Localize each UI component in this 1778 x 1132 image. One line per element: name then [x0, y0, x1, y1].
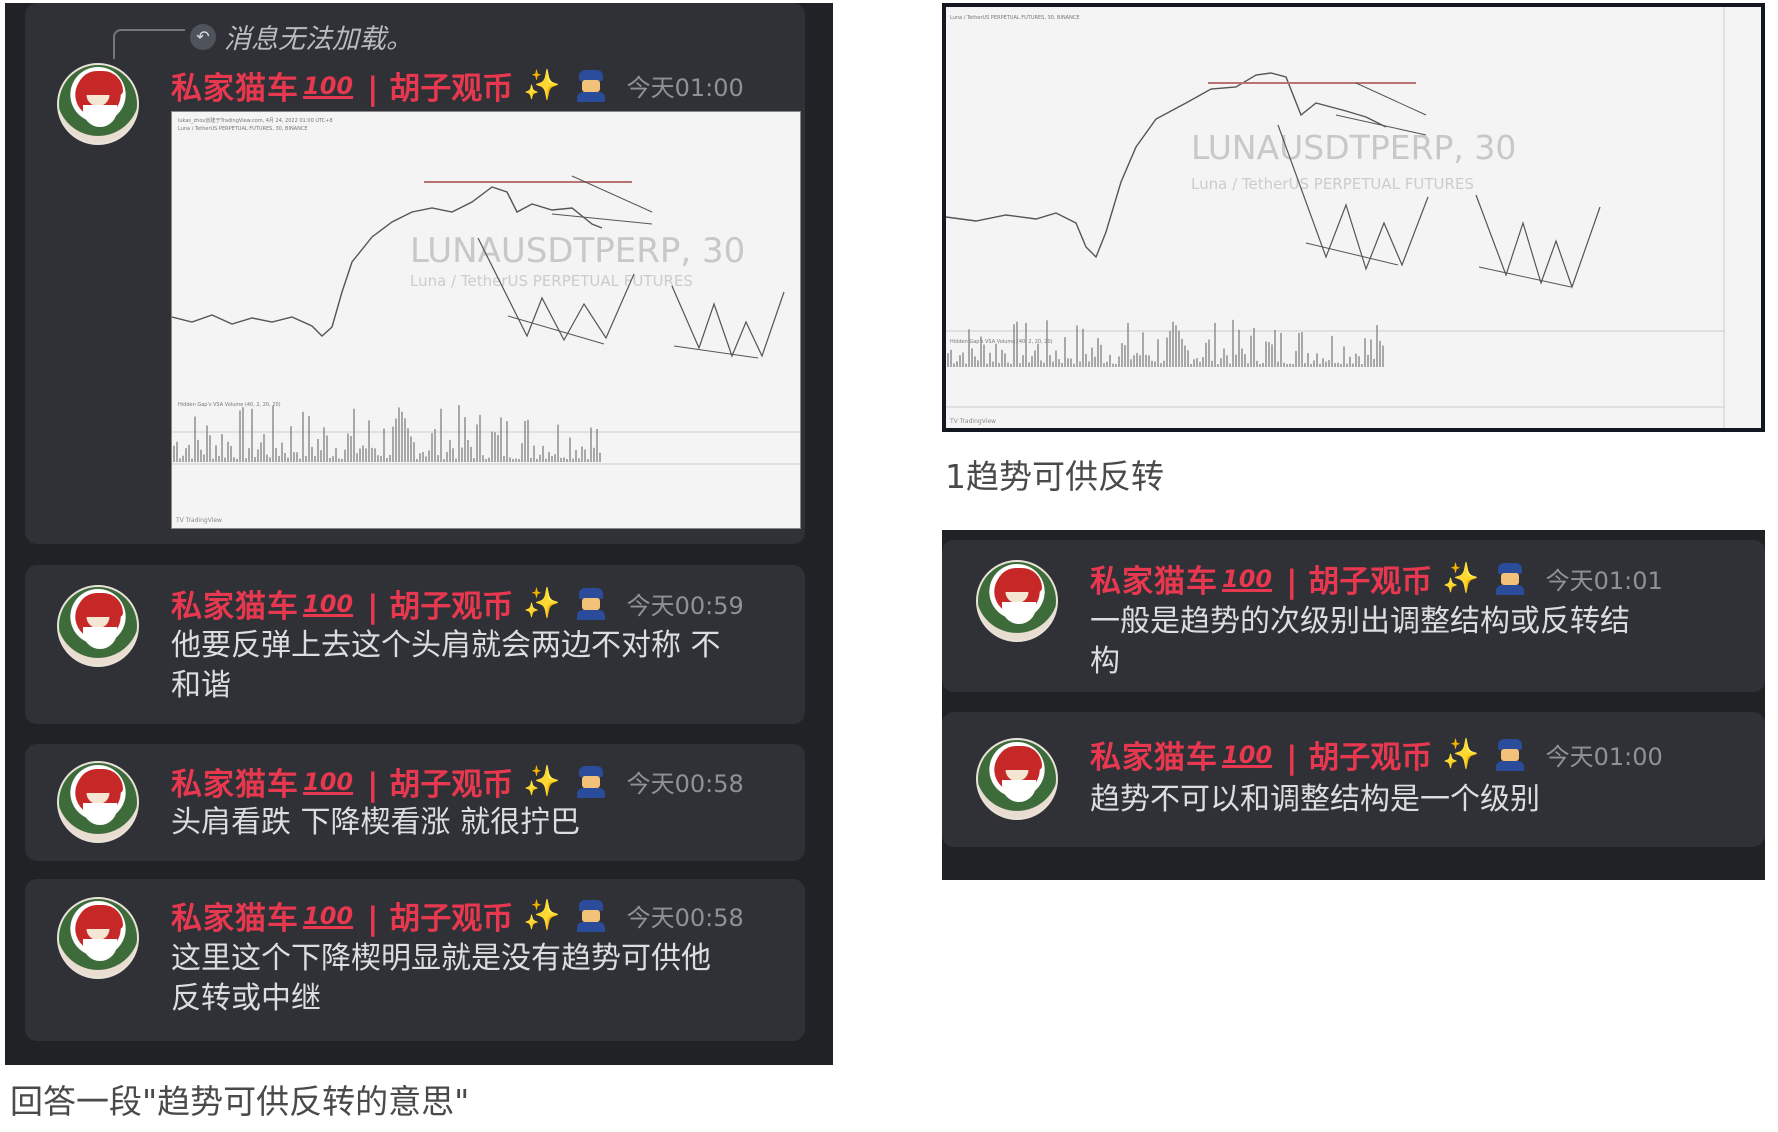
message-header: 私家猫车 100 | 胡子观币 ✨ 今天01:00	[1090, 732, 1663, 777]
username[interactable]: 私家猫车	[171, 581, 299, 626]
caption-trend-reversal: 1趋势可供反转	[945, 457, 1164, 496]
chart-watermark-sub: Luna / TetherUS PERPETUAL FUTURES	[1191, 175, 1474, 193]
message-line: 和谐	[171, 668, 231, 703]
chart-image: Luna / TetherUS PERPETUAL FUTURES, 30, B…	[946, 7, 1761, 428]
avatar[interactable]	[976, 738, 1058, 820]
caption-bottom: 回答一段"趋势可供反转的意思"	[10, 1082, 470, 1121]
username[interactable]: 私家猫车	[1090, 732, 1218, 777]
chart-attachment[interactable]: Luna / TetherUS PERPETUAL FUTURES, 30, B…	[946, 7, 1761, 428]
timestamp: 今天00:59	[626, 592, 744, 620]
message-text: 他要反弹上去这个头肩就会两边不对称 不 和谐	[171, 626, 801, 706]
police-officer-icon	[1495, 738, 1524, 771]
message-header: 私家猫车 100 | 胡子观币 ✨ 今天00:58	[171, 759, 744, 804]
avatar[interactable]	[57, 897, 139, 979]
svg-text:Hidden Gap's VSA Volume (40, 2: Hidden Gap's VSA Volume (40, 2, 20, 20)	[950, 339, 1053, 345]
nickname[interactable]: | 胡子观币	[367, 893, 513, 938]
message-header: 私家猫车 100 | 胡子观币 ✨ 今天01:01	[1090, 556, 1663, 601]
message-text: 头肩看跌 下降楔看涨 就很拧巴	[171, 803, 801, 843]
hundred-icon: 100	[303, 71, 354, 100]
police-officer-icon	[576, 765, 605, 798]
chart-attachment[interactable]: lukas_zhou创建于TradingView.com, 4月 24, 202…	[171, 111, 801, 529]
message-line: 反转或中继	[171, 981, 321, 1016]
sparkles-icon: ✨	[1442, 737, 1480, 772]
reply-arrow-icon: ↶	[190, 23, 216, 50]
hundred-icon: 100	[303, 589, 354, 618]
nickname[interactable]: | 胡子观币	[367, 63, 513, 108]
chart-watermark-symbol: LUNAUSDTPERP, 30	[410, 231, 745, 271]
message-line: 一般是趋势的次级别出调整结构或反转结	[1090, 604, 1630, 639]
sparkles-icon: ✨	[1442, 561, 1480, 596]
message-line: 构	[1090, 644, 1120, 679]
nickname[interactable]: | 胡子观币	[1286, 556, 1432, 601]
svg-text:lukas_zhou创建于TradingView.com,: lukas_zhou创建于TradingView.com, 4月 24, 202…	[178, 117, 333, 124]
nickname[interactable]: | 胡子观币	[1286, 732, 1432, 777]
message-line: 头肩看跌 下降楔看涨 就很拧巴	[171, 805, 581, 840]
reply-text: 消息无法加载。	[224, 24, 413, 55]
timestamp: 今天01:00	[626, 74, 744, 102]
username[interactable]: 私家猫车	[171, 893, 299, 938]
right-chart-screenshot: Luna / TetherUS PERPETUAL FUTURES, 30, B…	[942, 3, 1765, 432]
username[interactable]: 私家猫车	[171, 759, 299, 804]
nickname[interactable]: | 胡子观币	[367, 581, 513, 626]
message-header: 私家猫车 100 | 胡子观币 ✨ 今天00:59	[171, 581, 744, 626]
message-line: 趋势不可以和调整结构是一个级别	[1090, 782, 1540, 817]
hundred-icon: 100	[1222, 564, 1273, 593]
sparkles-icon: ✨	[523, 586, 561, 621]
left-chat-screenshot: ↶ 消息无法加载。 私家猫车 100 | 胡子观币 ✨ 今天01:00 luka…	[5, 3, 833, 1065]
username[interactable]: 私家猫车	[1090, 556, 1218, 601]
timestamp: 今天01:00	[1545, 743, 1663, 771]
message-text: 趋势不可以和调整结构是一个级别	[1090, 780, 1760, 820]
message-line: 他要反弹上去这个头肩就会两边不对称 不	[171, 628, 721, 663]
police-officer-icon	[576, 69, 605, 102]
message-line: 这里这个下降楔明显就是没有趋势可供他	[171, 941, 711, 976]
sparkles-icon: ✨	[523, 764, 561, 799]
reply-reference[interactable]: ↶ 消息无法加载。	[190, 17, 413, 56]
timestamp: 今天01:01	[1545, 567, 1663, 595]
chart-watermark-symbol: LUNAUSDTPERP, 30	[1191, 128, 1516, 167]
hundred-icon: 100	[303, 767, 354, 796]
svg-text:TV TradingView: TV TradingView	[949, 418, 996, 425]
svg-text:Luna / TetherUS PERPETUAL FUTU: Luna / TetherUS PERPETUAL FUTURES, 30, B…	[178, 126, 308, 132]
timestamp: 今天00:58	[626, 770, 744, 798]
avatar[interactable]	[976, 560, 1058, 642]
avatar[interactable]	[57, 63, 139, 145]
page: ↶ 消息无法加载。 私家猫车 100 | 胡子观币 ✨ 今天01:00 luka…	[0, 0, 1778, 1132]
hundred-icon: 100	[1222, 740, 1273, 769]
svg-text:Luna / TetherUS PERPETUAL FUTU: Luna / TetherUS PERPETUAL FUTURES, 30, B…	[950, 15, 1080, 21]
svg-text:TV TradingView: TV TradingView	[175, 517, 222, 524]
right-chat-screenshot: 私家猫车 100 | 胡子观币 ✨ 今天01:01 一般是趋势的次级别出调整结构…	[942, 530, 1765, 880]
message-text: 一般是趋势的次级别出调整结构或反转结 构	[1090, 602, 1760, 682]
sparkles-icon: ✨	[523, 898, 561, 933]
police-officer-icon	[576, 899, 605, 932]
reply-connector	[113, 29, 185, 59]
sparkles-icon: ✨	[523, 68, 561, 103]
message-text: 这里这个下降楔明显就是没有趋势可供他 反转或中继	[171, 939, 801, 1019]
avatar[interactable]	[57, 761, 139, 843]
police-officer-icon	[576, 587, 605, 620]
chart-image: lukas_zhou创建于TradingView.com, 4月 24, 202…	[172, 112, 800, 528]
hundred-icon: 100	[303, 901, 354, 930]
svg-text:Hidden Gap's VSA Volume (40, 2: Hidden Gap's VSA Volume (40, 2, 20, 20)	[178, 402, 281, 408]
username[interactable]: 私家猫车	[171, 63, 299, 108]
avatar[interactable]	[57, 585, 139, 667]
police-officer-icon	[1495, 562, 1524, 595]
timestamp: 今天00:58	[626, 904, 744, 932]
message-header: 私家猫车 100 | 胡子观币 ✨ 今天01:00	[171, 63, 744, 108]
message-header: 私家猫车 100 | 胡子观币 ✨ 今天00:58	[171, 893, 744, 938]
nickname[interactable]: | 胡子观币	[367, 759, 513, 804]
chart-watermark-sub: Luna / TetherUS PERPETUAL FUTURES	[410, 272, 693, 290]
